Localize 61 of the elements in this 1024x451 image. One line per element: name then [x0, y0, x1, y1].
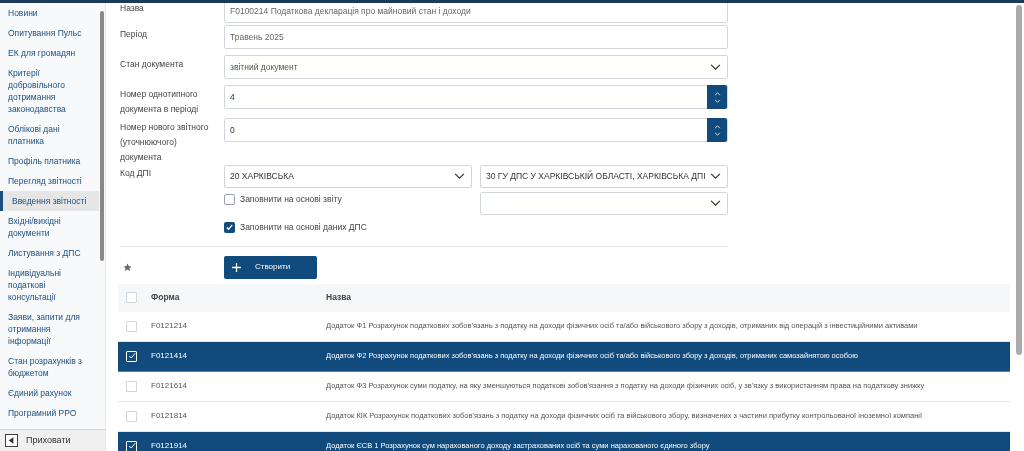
checkbox[interactable]: [126, 380, 137, 392]
checkbox[interactable]: [126, 292, 137, 303]
field-label: Період: [120, 28, 148, 41]
chevron-down-icon: [710, 173, 721, 180]
sidebar-item[interactable]: Новини: [0, 3, 99, 23]
collapse-icon: [5, 434, 18, 447]
sidebar-item[interactable]: Вхідні/вихідні документи: [0, 211, 99, 243]
field-label: Номер однотипного документа в періоді: [120, 88, 200, 116]
chevron-up-icon: [713, 91, 721, 96]
sidebar-item[interactable]: Стан розрахунків з бюджетом: [0, 351, 99, 383]
table-cell-text: F0121214: [151, 320, 189, 332]
table-cell-text: F0121814: [151, 410, 189, 422]
checkbox[interactable]: [126, 320, 137, 332]
star-icon[interactable]: [123, 262, 132, 272]
sidebar-item[interactable]: Облікові дані платника: [0, 119, 99, 151]
checkbox[interactable]: [224, 193, 235, 205]
sidebar-item[interactable]: Критерії добровільного дотримання законодавства: [0, 63, 99, 119]
sidebar-item[interactable]: Єдиний рахунок: [0, 383, 99, 403]
sidebar-item[interactable]: Введення звітності: [0, 191, 99, 211]
input-field[interactable]: Травень 2025: [224, 25, 728, 49]
field-label: Код ДПІ: [120, 167, 153, 180]
column-header: Форма: [151, 291, 181, 304]
input-field[interactable]: F0100214 Податкова декларація про майновий стан і доходи: [224, 3, 728, 23]
table-cell-text: F0121414: [151, 350, 189, 362]
sidebar-item[interactable]: Опитування Пульс: [0, 23, 99, 43]
sidebar-item[interactable]: Індивідуальні податкові консультації: [0, 263, 99, 307]
spinner-buttons[interactable]: [707, 118, 727, 142]
field-label: Стан документа: [120, 58, 185, 71]
chevron-down-icon: [713, 131, 721, 136]
sidebar-item[interactable]: Заяви, запити для отримання інформації: [0, 307, 99, 351]
scrollbar[interactable]: [100, 11, 104, 261]
checkbox[interactable]: [224, 221, 235, 233]
sidebar-item[interactable]: Листування з ДПС: [0, 243, 99, 263]
sidebar-item[interactable]: ЕК для громадян: [0, 43, 99, 63]
dropdown[interactable]: звітний документ: [224, 55, 728, 79]
dropdown[interactable]: 30 ГУ ДПС У ХАРКІВСЬКІЙ ОБЛАСТІ, ХАРКІВСЬКА ДПІ: [480, 165, 728, 188]
field-label: Назва: [120, 3, 145, 15]
scrollbar[interactable]: [1016, 5, 1022, 355]
chevron-down-icon: [710, 63, 721, 71]
hide-button[interactable]: Приховати: [0, 429, 105, 451]
dropdown[interactable]: 20 ХАРКІВСЬКА: [224, 165, 472, 188]
spinner-buttons[interactable]: [707, 85, 727, 109]
checkbox-label: Заповнити на основі даних ДПС: [240, 220, 367, 234]
table-cell-text: F0121614: [151, 380, 189, 392]
checkbox-label: Заповнити на основі звіту: [240, 193, 342, 206]
number-field[interactable]: 4: [224, 85, 728, 109]
chevron-down-icon: [710, 200, 721, 207]
checkbox[interactable]: [126, 410, 137, 422]
plus-icon: [232, 262, 241, 272]
sidebar-item[interactable]: Профіль платника: [0, 151, 99, 171]
column-header: Назва: [326, 291, 352, 304]
chevron-down-icon: [713, 98, 721, 103]
chevron-down-icon: [454, 173, 465, 180]
field-label: Номер нового звітного (уточнюючого) документа: [120, 121, 210, 164]
sidebar-item[interactable]: Програмний РРО: [0, 403, 99, 423]
create-button[interactable]: Створити: [224, 255, 317, 279]
dropdown[interactable]: [480, 192, 728, 215]
sidebar-item[interactable]: Перегляд звітності: [0, 171, 99, 191]
chevron-up-icon: [713, 124, 721, 129]
number-field[interactable]: 0: [224, 118, 728, 142]
table-cell-text: F0121914: [151, 440, 189, 451]
